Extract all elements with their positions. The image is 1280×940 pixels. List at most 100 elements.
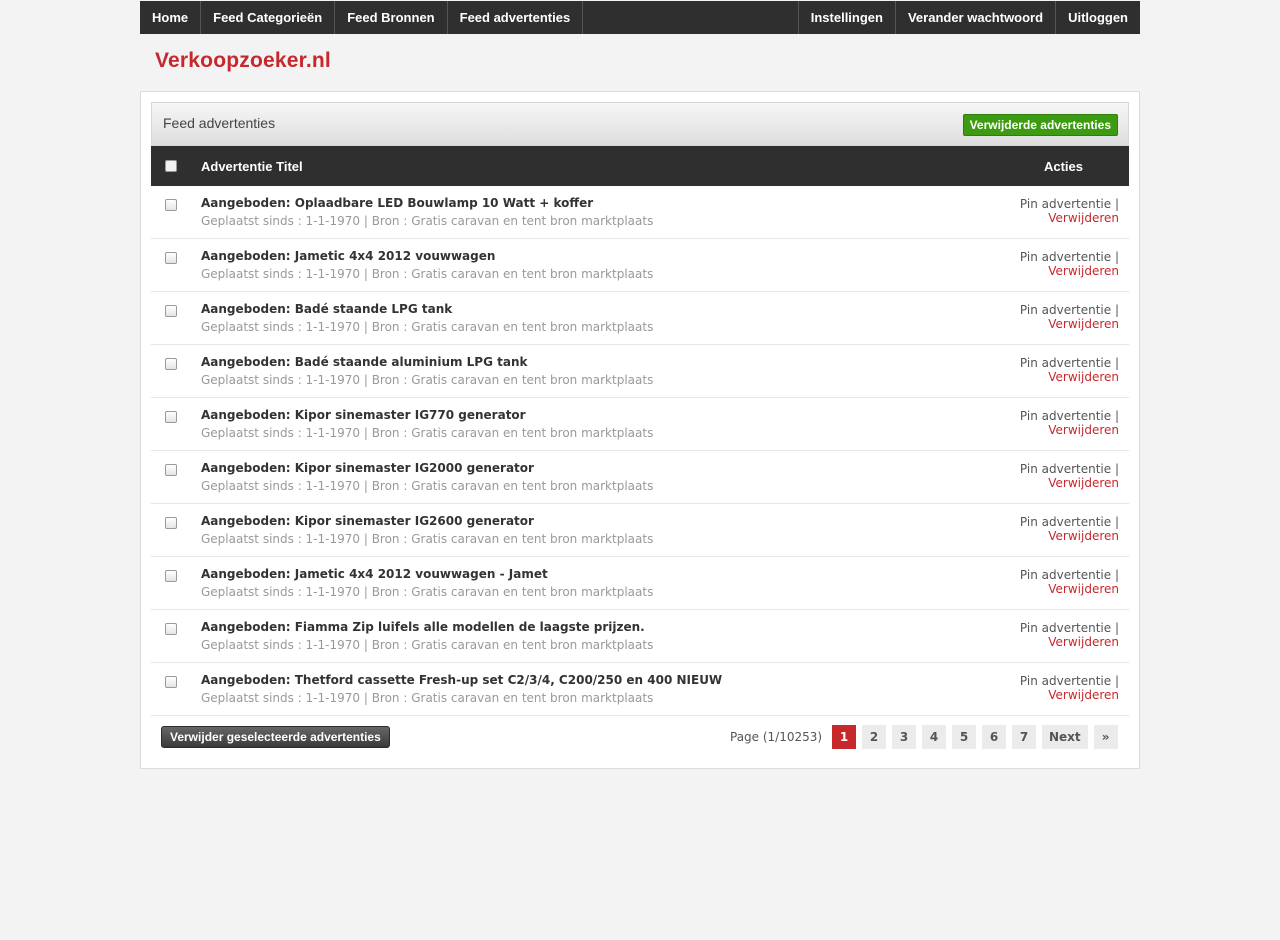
ad-title[interactable]: Aangeboden: Jametic 4x4 2012 vouwwagen -… — [201, 567, 548, 581]
pin-ad-link[interactable]: Pin advertentie — [1020, 621, 1111, 635]
pin-ad-link[interactable]: Pin advertentie — [1020, 197, 1111, 211]
column-header-title: Advertentie Titel — [201, 159, 303, 174]
action-separator: | — [1114, 674, 1119, 688]
row-checkbox[interactable] — [165, 464, 177, 476]
page-button-7[interactable]: 7 — [1012, 725, 1036, 749]
action-separator: | — [1114, 621, 1119, 635]
row-checkbox[interactable] — [165, 676, 177, 688]
action-separator: | — [1114, 303, 1119, 317]
ad-meta: Geplaatst sinds : 1-1-1970 | Bron : Grat… — [201, 320, 654, 334]
delete-ad-link[interactable]: Verwijderen — [1020, 688, 1119, 702]
row-checkbox[interactable] — [165, 623, 177, 635]
row-checkbox[interactable] — [165, 252, 177, 264]
row-actions: Pin advertentie | Verwijderen — [1020, 356, 1119, 384]
last-page-button[interactable]: » — [1093, 725, 1118, 749]
delete-ad-link[interactable]: Verwijderen — [1020, 529, 1119, 543]
panel-title: Feed advertenties — [163, 115, 276, 131]
row-actions: Pin advertentie | Verwijderen — [1020, 250, 1119, 278]
table-row: Aangeboden: Badé staande LPG tank Geplaat… — [151, 292, 1129, 345]
ad-meta: Geplaatst sinds : 1-1-1970 | Bron : Grat… — [201, 373, 654, 387]
pin-ad-link[interactable]: Pin advertentie — [1020, 356, 1111, 370]
delete-selected-button[interactable]: Verwijder geselecteerde advertenties — [161, 726, 390, 748]
ad-title[interactable]: Aangeboden: Badé staande aluminium LPG t… — [201, 355, 528, 369]
row-actions: Pin advertentie | Verwijderen — [1020, 409, 1119, 437]
action-separator: | — [1114, 356, 1119, 370]
next-page-button[interactable]: Next — [1042, 725, 1088, 749]
table-row: Aangeboden: Thetford cassette Fresh-up s… — [151, 663, 1129, 716]
nav-feed-advertenties[interactable]: Feed advertenties — [448, 1, 584, 34]
nav-home[interactable]: Home — [140, 1, 202, 34]
table-row: Aangeboden: Jametic 4x4 2012 vouwwagen Ge… — [151, 239, 1129, 292]
nav-right-group: Instellingen Verander wachtwoord Uitlogg… — [797, 1, 1140, 34]
table-row: Aangeboden: Kipor sinemaster IG2000 gene… — [151, 451, 1129, 504]
nav-verander-wachtwoord[interactable]: Verander wachtwoord — [894, 1, 1055, 34]
ad-meta: Geplaatst sinds : 1-1-1970 | Bron : Grat… — [201, 585, 654, 599]
deleted-ads-button[interactable]: Verwijderde advertenties — [962, 114, 1118, 136]
table-row: Aangeboden: Kipor sinemaster IG2600 gene… — [151, 504, 1129, 557]
pin-ad-link[interactable]: Pin advertentie — [1020, 674, 1111, 688]
row-actions: Pin advertentie | Verwijderen — [1020, 515, 1119, 543]
nav-instellingen[interactable]: Instellingen — [797, 1, 895, 34]
delete-ad-link[interactable]: Verwijderen — [1020, 635, 1119, 649]
page-button-2[interactable]: 2 — [862, 725, 886, 749]
nav-feed-categorieen[interactable]: Feed Categorieën — [201, 1, 336, 34]
row-checkbox[interactable] — [165, 411, 177, 423]
action-separator: | — [1114, 568, 1119, 582]
nav-feed-bronnen[interactable]: Feed Bronnen — [335, 1, 448, 34]
ad-title[interactable]: Aangeboden: Kipor sinemaster IG770 gener… — [201, 408, 526, 422]
row-actions: Pin advertentie | Verwijderen — [1020, 621, 1119, 649]
row-actions: Pin advertentie | Verwijderen — [1020, 674, 1119, 702]
delete-ad-link[interactable]: Verwijderen — [1020, 423, 1119, 437]
delete-ad-link[interactable]: Verwijderen — [1020, 264, 1119, 278]
ad-meta: Geplaatst sinds : 1-1-1970 | Bron : Grat… — [201, 214, 654, 228]
delete-ad-link[interactable]: Verwijderen — [1020, 211, 1119, 225]
row-actions: Pin advertentie | Verwijderen — [1020, 197, 1119, 225]
table-header: Advertentie Titel Acties — [151, 146, 1129, 186]
ad-title[interactable]: Aangeboden: Badé staande LPG tank — [201, 302, 452, 316]
ad-title[interactable]: Aangeboden: Fiamma Zip luifels alle mode… — [201, 620, 645, 634]
delete-ad-link[interactable]: Verwijderen — [1020, 317, 1119, 331]
page-button-6[interactable]: 6 — [982, 725, 1006, 749]
top-navigation: Home Feed Categorieën Feed Bronnen Feed … — [140, 1, 1140, 34]
pin-ad-link[interactable]: Pin advertentie — [1020, 515, 1111, 529]
ad-meta: Geplaatst sinds : 1-1-1970 | Bron : Grat… — [201, 638, 654, 652]
pin-ad-link[interactable]: Pin advertentie — [1020, 303, 1111, 317]
nav-left-group: Home Feed Categorieën Feed Bronnen Feed … — [140, 1, 584, 34]
action-separator: | — [1114, 409, 1119, 423]
page-button-4[interactable]: 4 — [922, 725, 946, 749]
page-button-5[interactable]: 5 — [952, 725, 976, 749]
ad-title[interactable]: Aangeboden: Kipor sinemaster IG2600 gene… — [201, 514, 534, 528]
delete-ad-link[interactable]: Verwijderen — [1020, 476, 1119, 490]
table-row: Aangeboden: Badé staande aluminium LPG t… — [151, 345, 1129, 398]
row-checkbox[interactable] — [165, 358, 177, 370]
select-all-checkbox[interactable] — [165, 160, 177, 172]
table-row: Aangeboden: Oplaadbare LED Bouwlamp 10 W… — [151, 186, 1129, 239]
ad-title[interactable]: Aangeboden: Thetford cassette Fresh-up s… — [201, 673, 722, 687]
table-row: Aangeboden: Jametic 4x4 2012 vouwwagen -… — [151, 557, 1129, 610]
page-button-3[interactable]: 3 — [892, 725, 916, 749]
page-button-1[interactable]: 1 — [832, 725, 856, 749]
pin-ad-link[interactable]: Pin advertentie — [1020, 409, 1111, 423]
ad-meta: Geplaatst sinds : 1-1-1970 | Bron : Grat… — [201, 267, 654, 281]
pin-ad-link[interactable]: Pin advertentie — [1020, 568, 1111, 582]
row-checkbox[interactable] — [165, 517, 177, 529]
delete-ad-link[interactable]: Verwijderen — [1020, 370, 1119, 384]
ad-meta: Geplaatst sinds : 1-1-1970 | Bron : Grat… — [201, 479, 654, 493]
row-checkbox[interactable] — [165, 199, 177, 211]
row-actions: Pin advertentie | Verwijderen — [1020, 568, 1119, 596]
row-checkbox[interactable] — [165, 570, 177, 582]
delete-ad-link[interactable]: Verwijderen — [1020, 582, 1119, 596]
ad-title[interactable]: Aangeboden: Oplaadbare LED Bouwlamp 10 W… — [201, 196, 593, 210]
site-logo[interactable]: Verkoopzoeker.nl — [155, 49, 331, 73]
pin-ad-link[interactable]: Pin advertentie — [1020, 462, 1111, 476]
nav-uitloggen[interactable]: Uitloggen — [1055, 1, 1140, 34]
action-separator: | — [1114, 250, 1119, 264]
ad-meta: Geplaatst sinds : 1-1-1970 | Bron : Grat… — [201, 691, 654, 705]
pin-ad-link[interactable]: Pin advertentie — [1020, 250, 1111, 264]
ad-title[interactable]: Aangeboden: Jametic 4x4 2012 vouwwagen — [201, 249, 495, 263]
ads-list: Aangeboden: Oplaadbare LED Bouwlamp 10 W… — [151, 186, 1129, 716]
row-checkbox[interactable] — [165, 305, 177, 317]
ad-title[interactable]: Aangeboden: Kipor sinemaster IG2000 gene… — [201, 461, 534, 475]
feed-panel: Feed advertenties Verwijderde advertenti… — [140, 91, 1140, 769]
column-header-actions: Acties — [1043, 159, 1083, 174]
